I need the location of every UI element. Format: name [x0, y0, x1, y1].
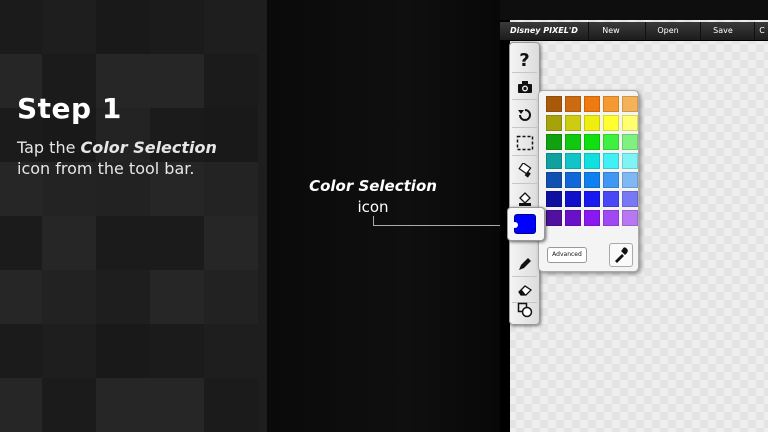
shapes-icon[interactable] [512, 298, 537, 322]
color-swatch[interactable] [565, 191, 581, 207]
instruction-panel [0, 0, 267, 432]
app-logo: Disney PIXEL'D [510, 26, 578, 35]
menu-new[interactable]: New [588, 22, 633, 40]
background-tile [96, 216, 150, 270]
color-swatch[interactable] [546, 96, 562, 112]
color-swatch[interactable] [584, 153, 600, 169]
color-swatch[interactable] [584, 134, 600, 150]
color-swatch[interactable] [622, 191, 638, 207]
callout-title: Color Selection [309, 177, 437, 195]
background-tile [0, 216, 42, 270]
callout-subtitle: icon [357, 198, 389, 216]
camera-icon[interactable] [512, 75, 537, 100]
background-tile [150, 324, 204, 378]
color-swatch[interactable] [603, 191, 619, 207]
background-tile [204, 270, 258, 324]
background-tile [42, 378, 96, 432]
color-swatch[interactable] [603, 210, 619, 226]
background-tile [96, 270, 150, 324]
color-swatch[interactable] [603, 134, 619, 150]
background-tile [96, 378, 150, 432]
color-swatch[interactable] [565, 153, 581, 169]
instruction-line2: icon from the tool bar. [17, 159, 195, 178]
color-palette-popup: Advanced [538, 90, 639, 272]
menu-open[interactable]: Open [645, 22, 690, 40]
background-tile [150, 378, 204, 432]
background-tile [42, 216, 96, 270]
color-swatch[interactable] [622, 115, 638, 131]
eyedropper-icon[interactable] [609, 243, 633, 267]
color-swatch[interactable] [565, 210, 581, 226]
color-swatch[interactable] [603, 153, 619, 169]
background-middle [267, 0, 500, 432]
color-swatch[interactable] [546, 191, 562, 207]
background-tile [150, 54, 204, 108]
advanced-button[interactable]: Advanced [547, 247, 587, 263]
color-swatch[interactable] [584, 210, 600, 226]
color-swatch[interactable] [584, 191, 600, 207]
color-swatch[interactable] [603, 172, 619, 188]
color-swatch[interactable] [546, 172, 562, 188]
instruction-emphasis: Color Selection [80, 138, 217, 157]
background-tile [204, 216, 258, 270]
color-swatch[interactable] [546, 210, 562, 226]
background-tile [0, 270, 42, 324]
menu-more[interactable]: C [754, 22, 768, 40]
help-icon[interactable]: ? [512, 48, 537, 73]
selection-icon[interactable] [512, 131, 537, 156]
color-swatch[interactable] [584, 172, 600, 188]
color-swatch[interactable] [622, 134, 638, 150]
color-swatch[interactable] [584, 96, 600, 112]
menu-save[interactable]: Save [700, 22, 745, 40]
color-swatch[interactable] [622, 172, 638, 188]
background-tile [96, 0, 150, 54]
paint-roller-icon[interactable] [512, 159, 537, 184]
pencil-icon[interactable] [512, 252, 537, 277]
background-tile [42, 0, 96, 54]
background-tile [0, 324, 42, 378]
background-tile [150, 270, 204, 324]
color-swatch[interactable] [622, 96, 638, 112]
background-tile [204, 54, 258, 108]
callout-line-horizontal [373, 225, 515, 226]
background-tile [42, 324, 96, 378]
color-swatch[interactable] [565, 115, 581, 131]
step-instruction: Tap the Color Selection icon from the to… [17, 137, 257, 179]
color-swatch[interactable] [546, 153, 562, 169]
background-tile [0, 378, 42, 432]
step-title: Step 1 [17, 92, 122, 125]
color-swatch[interactable] [565, 96, 581, 112]
color-swatch[interactable] [622, 210, 638, 226]
color-swatch[interactable] [603, 115, 619, 131]
color-swatch[interactable] [622, 153, 638, 169]
color-swatch[interactable] [565, 134, 581, 150]
color-swatch[interactable] [546, 115, 562, 131]
undo-icon[interactable] [512, 103, 537, 128]
background-tile [150, 216, 204, 270]
app-menubar: Disney PIXEL'D New Open Save C [500, 22, 768, 41]
instruction-prefix: Tap the [17, 138, 81, 157]
color-swatch[interactable] [565, 172, 581, 188]
background-tile [0, 0, 42, 54]
background-tile [204, 324, 258, 378]
toolbar: ? [509, 42, 540, 325]
background-tile [96, 324, 150, 378]
background-tile [204, 378, 258, 432]
callout-dot [512, 222, 518, 228]
background-tile [204, 0, 258, 54]
color-swatch[interactable] [584, 115, 600, 131]
color-swatch[interactable] [546, 134, 562, 150]
background-tile [42, 270, 96, 324]
background-tile [150, 0, 204, 54]
color-swatch[interactable] [603, 96, 619, 112]
